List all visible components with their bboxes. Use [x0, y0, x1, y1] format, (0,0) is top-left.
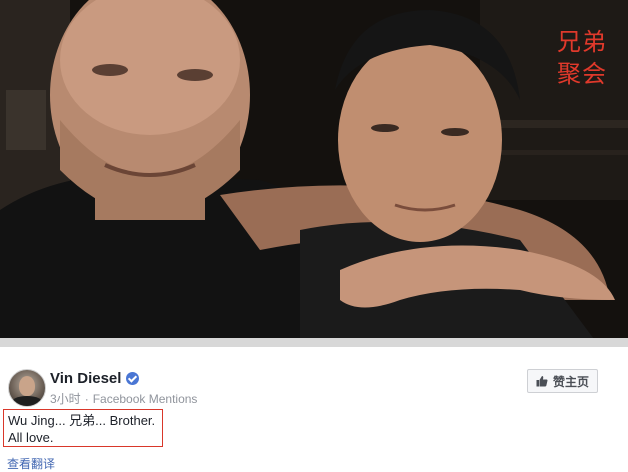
overlay-caption: 兄弟 聚会 [550, 26, 614, 90]
like-page-label: 赞主页 [552, 374, 589, 389]
post-text-line1: Wu Jing... 兄弟... Brother. [8, 413, 156, 428]
post-text-highlighted: Wu Jing... 兄弟... Brother. All love. [3, 409, 163, 447]
post-text-line2: All love. [8, 430, 54, 445]
video-frame[interactable]: 兄弟 聚会 [0, 0, 628, 347]
see-translation-link[interactable]: 查看翻译 [7, 455, 55, 472]
post-meta: 3小时 · Facebook Mentions [50, 390, 197, 407]
verified-badge-icon [126, 372, 140, 385]
overlay-caption-line1: 兄弟 [557, 28, 607, 56]
post-author-row: Vin Diesel [50, 370, 140, 387]
overlay-caption-line2: 聚会 [557, 60, 607, 88]
video-scene [0, 0, 628, 347]
author-name-link[interactable]: Vin Diesel [50, 370, 121, 387]
thumbs-up-icon [536, 376, 548, 387]
post-timestamp[interactable]: 3小时 [50, 390, 81, 407]
post-source[interactable]: Facebook Mentions [93, 392, 198, 406]
meta-separator: · [84, 391, 89, 406]
like-page-button[interactable]: 赞主页 [526, 369, 598, 393]
avatar[interactable] [8, 369, 46, 407]
